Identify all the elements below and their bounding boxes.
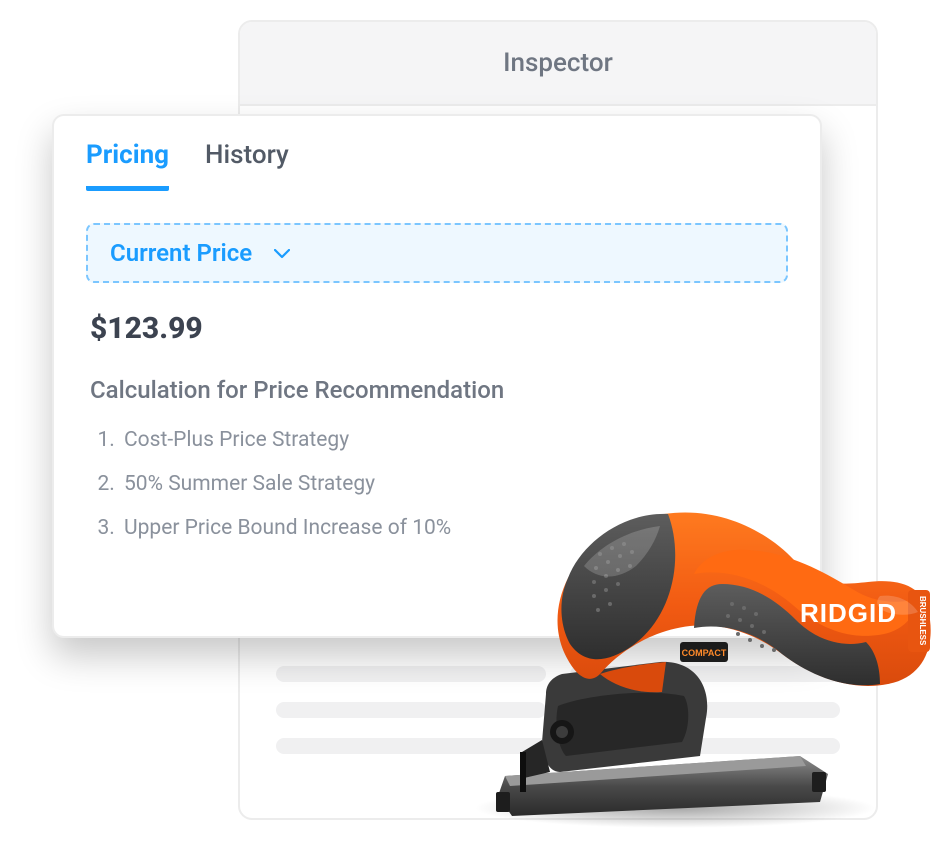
current-price-label: Current Price — [110, 239, 252, 267]
tab-pricing[interactable]: Pricing — [86, 140, 169, 191]
inspector-title: Inspector — [240, 22, 876, 106]
calculation-heading: Calculation for Price Recommendation — [86, 376, 788, 404]
chevron-down-icon — [274, 243, 290, 264]
current-price-dropdown[interactable]: Current Price — [86, 223, 788, 283]
product-image: RIDGID BRUSHLESS COMPACT — [450, 456, 940, 836]
price-value: $123.99 — [86, 311, 788, 346]
tab-history[interactable]: History — [205, 140, 289, 186]
product-badge-text: COMPACT — [682, 648, 727, 658]
product-label-text: BRUSHLESS — [918, 596, 927, 646]
tabs: Pricing History — [86, 140, 788, 191]
strategy-item: Cost-Plus Price Strategy — [120, 428, 788, 452]
